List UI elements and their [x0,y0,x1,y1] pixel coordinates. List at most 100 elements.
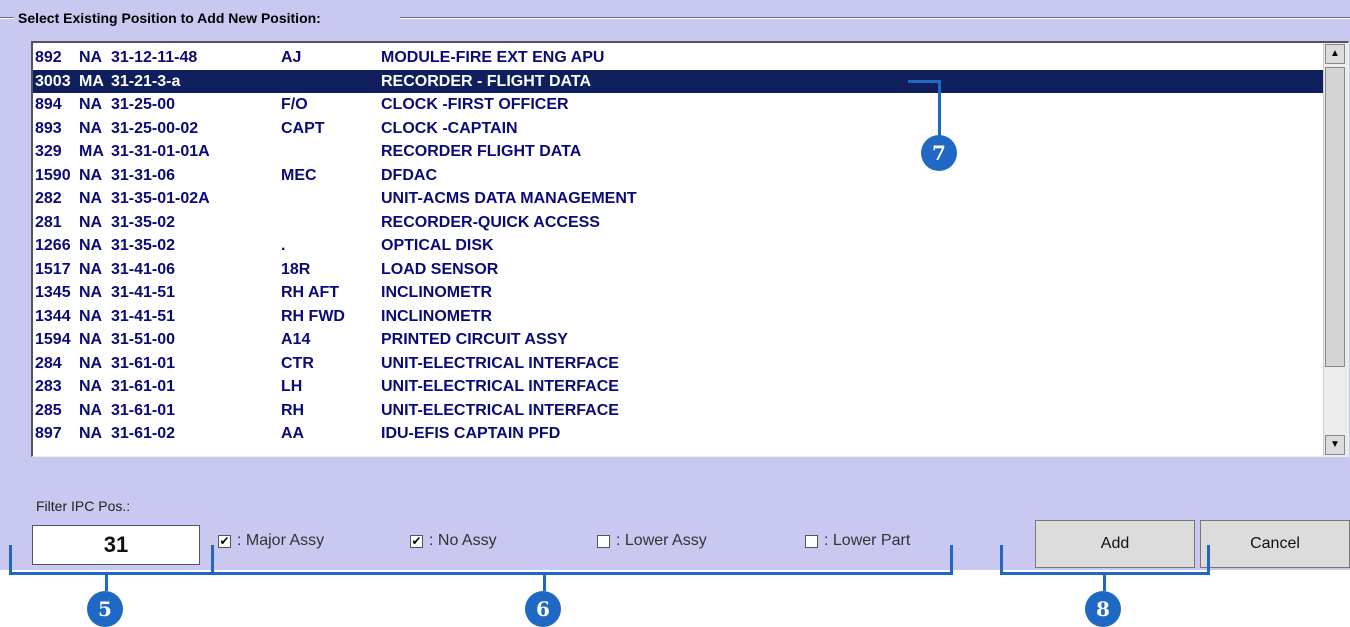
list-item[interactable]: 897 NA 31-61-02 AA IDU-EFIS CAPTAIN PFD [33,422,1323,446]
list-cell-c3: 31-21-3-a [111,72,181,90]
callout-8-badge: 8 [1085,591,1121,627]
list-cell-c5: LOAD SENSOR [381,260,499,278]
list-cell-c5: IDU-EFIS CAPTAIN PFD [381,425,561,442]
list-cell-c4: . [281,237,286,254]
list-item[interactable]: 1345 NA 31-41-51 RH AFT INCLINOMETR [33,281,1323,305]
list-cell-c3: 31-25-00-02 [111,119,199,137]
cancel-button[interactable]: Cancel [1200,520,1350,568]
group-title: Select Existing Position to Add New Posi… [16,10,323,26]
list-item[interactable]: 281 NA 31-35-02 RECORDER-QUICK ACCESS [33,211,1323,235]
position-rows: 892 NA 31-12-11-48 AJ MODULE-FIRE EXT ENG AP… [33,46,1323,446]
list-item[interactable]: 894 NA 31-25-00 F/O CLOCK -FIRST OFFICER [33,93,1323,117]
scroll-up-icon[interactable]: ▲ [1325,44,1345,64]
list-cell-c2: NA [79,190,103,207]
list-cell-c2: NA [79,49,103,66]
list-cell-c1: 329 [35,143,62,160]
list-cell-c3: 31-41-06 [111,260,176,278]
list-cell-c2: NA [79,307,103,325]
callout-5-badge: 5 [87,591,123,627]
list-cell-c5: PRINTED CIRCUIT ASSY [381,331,568,348]
list-cell-c4: MEC [281,166,317,184]
group-border-right [400,17,1350,19]
callout-6-badge: 6 [525,591,561,627]
vertical-scrollbar[interactable]: ▲ ▼ [1323,43,1348,456]
list-item[interactable]: 284 NA 31-61-01 CTR UNIT-ELECTRICAL INTERFAC… [33,352,1323,376]
list-cell-c1: 1594 [35,331,71,348]
list-cell-c1: 283 [35,378,62,395]
list-cell-c1: 281 [35,213,62,231]
list-cell-c3: 31-61-01 [111,354,176,372]
list-cell-c4: RH FWD [281,307,345,325]
callout-8-bracket [1000,545,1210,575]
callout-7-badge: 7 [921,135,957,171]
list-cell-c2: NA [79,425,103,442]
list-cell-c2: NA [79,284,103,301]
list-cell-c2: NA [79,331,103,348]
list-cell-c1: 284 [35,354,62,372]
dialog-panel: Select Existing Position to Add New Posi… [0,0,1350,570]
list-cell-c5: UNIT-ELECTRICAL INTERFACE [381,401,619,419]
callout-8-stem [1103,575,1106,591]
list-item[interactable]: 329 MA 31-31-01-01A RECORDER FLIGHT DATA [33,140,1323,164]
list-item[interactable]: 285 NA 31-61-01 RH UNIT-ELECTRICAL INTERFACE [33,399,1323,423]
list-cell-c3: 31-61-02 [111,425,176,442]
list-cell-c4: LH [281,378,303,395]
list-cell-c2: MA [79,72,104,90]
list-cell-c4: RH AFT [281,284,340,301]
callout-5-stem [105,575,108,591]
list-cell-c3: 31-41-51 [111,284,176,301]
list-cell-c4: CAPT [281,119,325,137]
list-cell-c1: 1517 [35,260,71,278]
list-item[interactable]: 1517 NA 31-41-06 18R LOAD SENSOR [33,258,1323,282]
list-cell-c3: 31-35-02 [111,237,176,254]
list-cell-c2: NA [79,119,103,137]
callout-7-leader-h [908,80,941,83]
list-cell-c5: MODULE-FIRE EXT ENG APU [381,49,605,66]
list-cell-c5: DFDAC [381,166,437,184]
list-cell-c3: 31-12-11-48 [111,49,198,66]
list-cell-c5: OPTICAL DISK [381,237,494,254]
list-cell-c5: UNIT-ELECTRICAL INTERFACE [381,378,619,395]
list-item[interactable]: 283 NA 31-61-01 LH UNIT-ELECTRICAL INTERFACE [33,375,1323,399]
list-cell-c5: UNIT-ACMS DATA MANAGEMENT [381,190,637,207]
list-cell-c4: AJ [281,49,302,66]
callout-6-stem [543,575,546,591]
list-item[interactable]: 1594 NA 31-51-00 A14 PRINTED CIRCUIT ASSY [33,328,1323,352]
scroll-down-icon[interactable]: ▼ [1325,435,1345,455]
list-cell-c5: RECORDER - FLIGHT DATA [381,72,592,90]
list-cell-c2: NA [79,213,103,231]
list-cell-c1: 892 [35,49,62,66]
list-cell-c1: 3003 [35,72,71,90]
list-cell-c3: 31-51-00 [111,331,176,348]
list-item-selected[interactable]: 3003 MA 31-21-3-a RECORDER - FLIGHT DATA [33,69,1323,93]
list-cell-c3: 31-31-06 [111,166,176,184]
list-cell-c3: 31-61-01 [111,378,176,395]
list-cell-c5: RECORDER FLIGHT DATA [381,143,582,160]
list-item[interactable]: 1344 NA 31-41-51 RH FWD INCLINOMETR [33,305,1323,329]
list-item[interactable]: 1266 NA 31-35-02. OPTICAL DISK [33,234,1323,258]
list-cell-c3: 31-41-51 [111,307,176,325]
list-cell-c1: 897 [35,425,62,442]
list-cell-c1: 1344 [35,307,71,325]
position-list[interactable]: 892 NA 31-12-11-48 AJ MODULE-FIRE EXT ENG AP… [31,41,1349,457]
filter-label: Filter IPC Pos.: [36,498,131,514]
list-item[interactable]: 1590 NA 31-31-06 MEC DFDAC [33,164,1323,188]
list-cell-c1: 1345 [35,284,71,301]
list-cell-c5: CLOCK -CAPTAIN [381,119,518,137]
list-cell-c2: NA [79,166,103,184]
list-item[interactable]: 892 NA 31-12-11-48 AJ MODULE-FIRE EXT ENG AP… [33,46,1323,70]
list-cell-c1: 1266 [35,237,71,254]
list-cell-c1: 282 [35,190,62,207]
list-item[interactable]: 893 NA 31-25-00-02 CAPT CLOCK -CAPTAIN [33,117,1323,141]
list-item[interactable]: 282 NA 31-35-01-02A UNIT-ACMS DATA MANAGEME… [33,187,1323,211]
callout-5-bracket [9,545,214,575]
list-cell-c5: INCLINOMETR [381,307,493,325]
callout-6-bracket [211,545,953,575]
list-cell-c2: NA [79,96,103,113]
list-cell-c4: 18R [281,260,311,278]
list-cell-c3: 31-61-01 [111,401,176,419]
list-cell-c4: CTR [281,354,314,372]
scroll-thumb[interactable] [1325,67,1345,367]
list-cell-c1: 893 [35,119,62,137]
list-cell-c3: 31-35-02 [111,213,176,231]
